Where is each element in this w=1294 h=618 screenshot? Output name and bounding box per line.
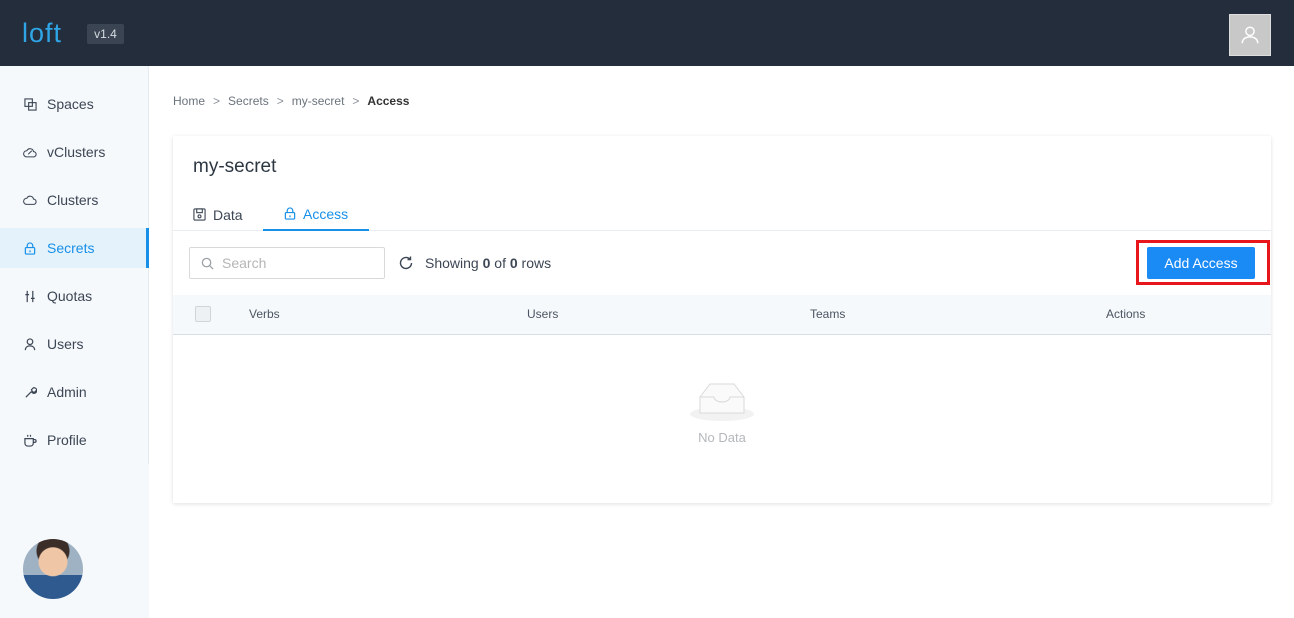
row-count-total: 0 (509, 255, 518, 271)
sidebar-item-label: Spaces (47, 96, 94, 112)
tab-access[interactable]: Access (263, 198, 369, 231)
refresh-button[interactable] (398, 255, 414, 271)
search-icon (201, 257, 214, 270)
wrench-icon (23, 385, 37, 399)
row-count-of: of (494, 255, 506, 271)
spaces-icon (23, 97, 37, 111)
sidebar: Spaces vClusters Clusters Secrets Quotas… (0, 66, 149, 618)
add-access-button[interactable]: Add Access (1147, 247, 1255, 279)
row-count-suffix: rows (521, 255, 552, 271)
search-box[interactable] (189, 247, 385, 279)
sliders-icon (23, 289, 37, 303)
breadcrumb-my-secret[interactable]: my-secret (292, 94, 345, 108)
lock-icon (23, 241, 37, 255)
lock-icon (284, 207, 296, 220)
sidebar-item-label: Admin (47, 384, 87, 400)
sidebar-item-quotas[interactable]: Quotas (0, 276, 149, 316)
sidebar-item-users[interactable]: Users (0, 324, 149, 364)
refresh-icon (399, 256, 413, 270)
breadcrumb-secrets[interactable]: Secrets (228, 94, 269, 108)
logo-text: loft (22, 18, 63, 48)
breadcrumb-separator: > (276, 94, 284, 108)
table-header: Verbs Users Teams Actions (173, 295, 1271, 335)
user-icon (1241, 26, 1259, 44)
breadcrumb: Home > Secrets > my-secret > Access (173, 94, 409, 108)
loft-logo[interactable]: loft (22, 18, 62, 49)
tab-label: Data (213, 206, 243, 223)
sidebar-item-label: Quotas (47, 288, 93, 304)
sidebar-item-vclusters[interactable]: vClusters (0, 132, 149, 172)
breadcrumb-home[interactable]: Home (173, 94, 205, 108)
coffee-icon (23, 433, 37, 447)
avatar[interactable] (23, 539, 83, 599)
row-count-prefix: Showing (425, 255, 479, 271)
row-count-shown: 0 (482, 255, 491, 271)
empty-inbox-icon (690, 383, 754, 421)
sidebar-item-clusters[interactable]: Clusters (0, 180, 149, 220)
column-header-verbs[interactable]: Verbs (249, 307, 280, 321)
column-header-users[interactable]: Users (527, 307, 558, 321)
column-header-actions: Actions (1106, 307, 1146, 321)
vclusters-icon (23, 145, 37, 159)
sidebar-item-profile[interactable]: Profile (0, 420, 149, 460)
sidebar-item-label: Users (47, 336, 84, 352)
breadcrumb-current: Access (367, 94, 410, 108)
user-menu-button[interactable] (1229, 14, 1271, 56)
save-icon (193, 208, 206, 221)
tab-bar: Data Access (173, 198, 1271, 231)
top-bar: loft v1.4 (0, 0, 1294, 66)
sidebar-item-admin[interactable]: Admin (0, 372, 149, 412)
sidebar-item-spaces[interactable]: Spaces (0, 84, 149, 124)
select-all-checkbox[interactable] (195, 306, 211, 322)
sidebar-item-label: Profile (47, 432, 87, 448)
breadcrumb-separator: > (213, 94, 221, 108)
version-badge: v1.4 (87, 24, 124, 44)
secret-card: my-secret Data Access Showing 0 of 0 row… (173, 136, 1271, 503)
sidebar-item-secrets[interactable]: Secrets (0, 228, 149, 268)
user-icon (23, 337, 37, 351)
empty-text: No Data (698, 430, 746, 445)
tab-label: Access (303, 205, 349, 222)
breadcrumb-separator: > (352, 94, 360, 108)
search-input[interactable] (222, 255, 382, 271)
column-header-teams[interactable]: Teams (810, 307, 845, 321)
cloud-icon (23, 193, 37, 207)
sidebar-item-label: Clusters (47, 192, 99, 208)
page-title: my-secret (193, 156, 277, 177)
sidebar-item-label: vClusters (47, 144, 106, 160)
empty-state: No Data (173, 381, 1271, 445)
row-count: Showing 0 of 0 rows (425, 255, 551, 271)
sidebar-item-label: Secrets (47, 240, 95, 256)
tab-data[interactable]: Data (193, 198, 249, 231)
